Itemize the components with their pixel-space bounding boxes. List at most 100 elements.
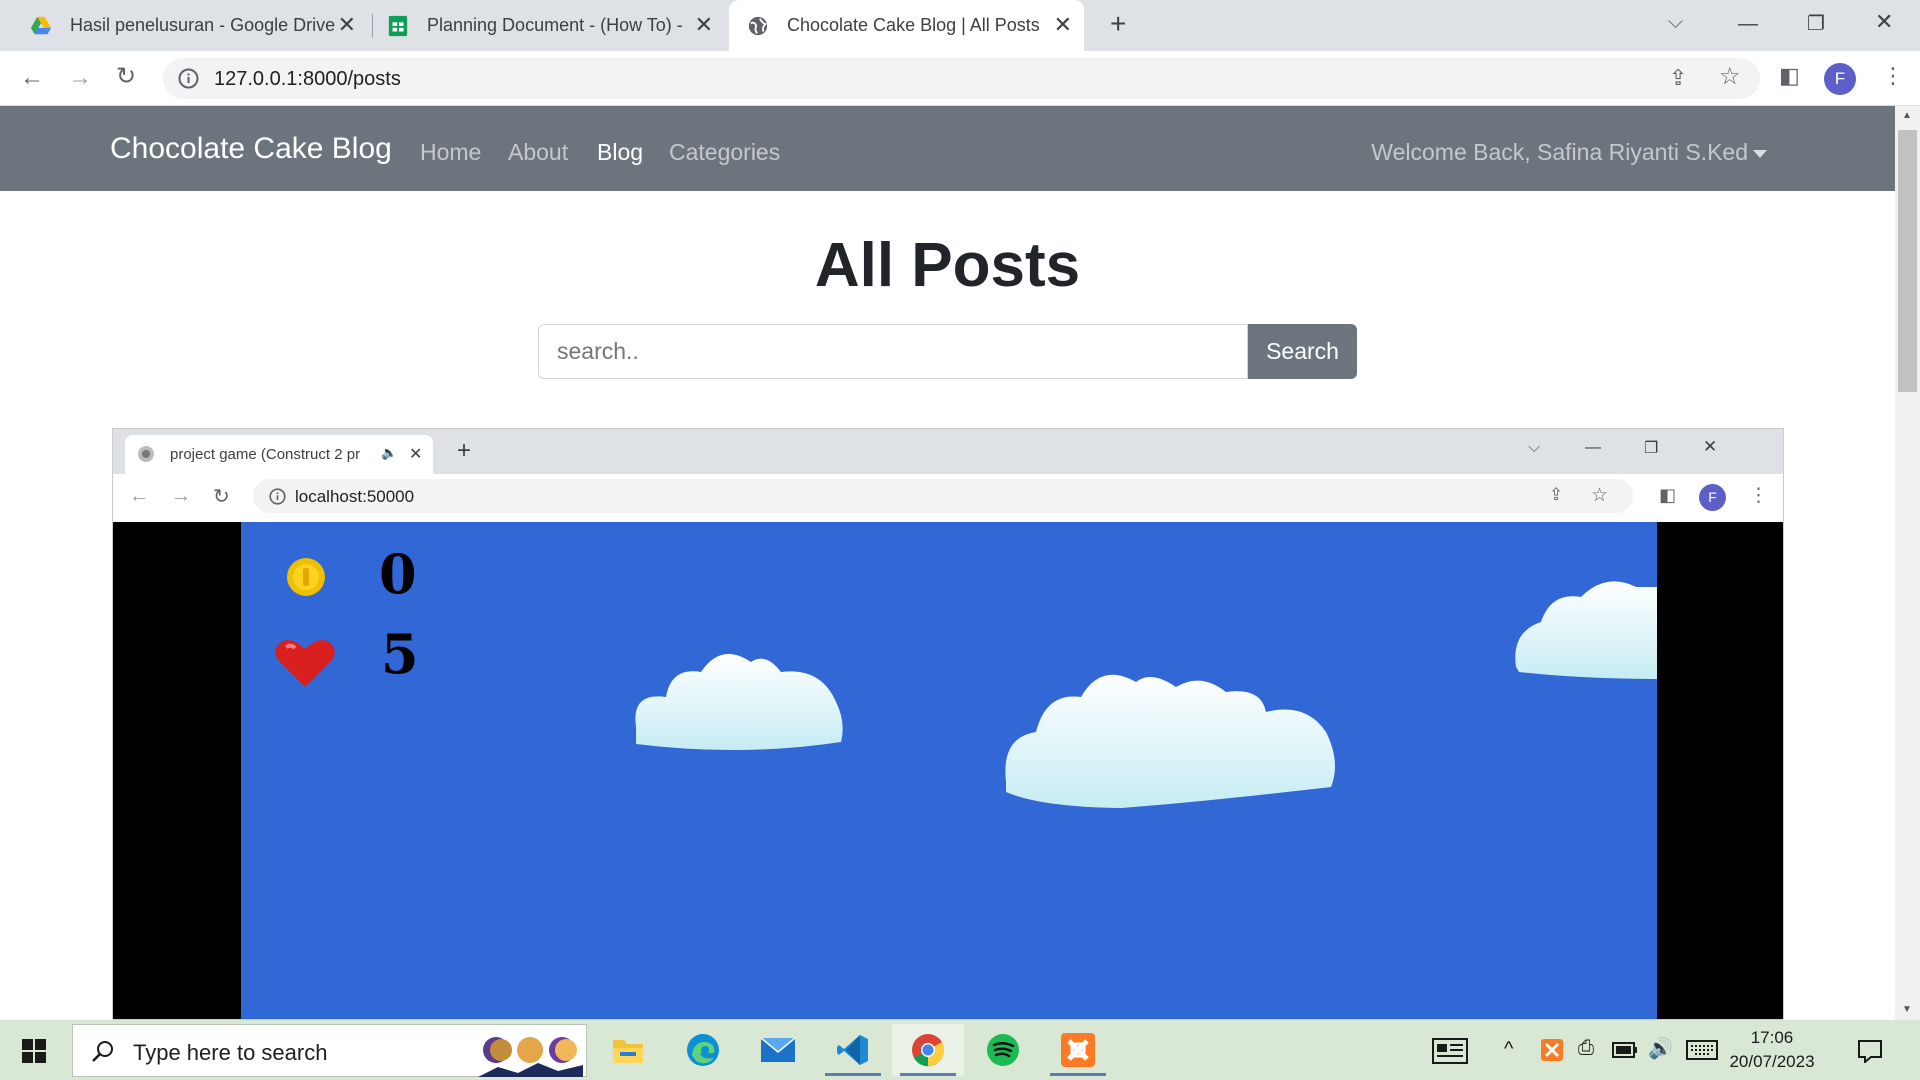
forward-arrow-icon: → [171,485,191,507]
cloud-sprite [635,654,843,751]
windows-taskbar: Type here to search ^ ⎙ 🔊 17:06 20/07/20… [0,1020,1920,1080]
speaker-icon: 🔈 [381,445,398,460]
restore-button[interactable]: ❐ [1807,12,1825,36]
speaker-icon[interactable]: 🔊 [1648,1036,1673,1061]
spotify-icon[interactable] [967,1024,1039,1076]
search-button[interactable]: Search [1248,324,1357,379]
minimize-button[interactable]: — [1738,12,1758,36]
taskbar-search-box[interactable]: Type here to search [72,1024,587,1077]
search-input[interactable] [538,324,1248,379]
cloud-sprite [1005,674,1335,808]
close-icon: ✕ [1703,437,1718,456]
edge-icon[interactable] [667,1024,739,1076]
nav-blog[interactable]: Blog [597,139,643,166]
taskbar-search-placeholder: Type here to search [133,1040,328,1065]
caret-down-icon[interactable] [1753,150,1767,158]
embedded-url: localhost:50000 [295,487,415,506]
address-bar[interactable]: 127.0.0.1:8000/posts ⇪ ☆ [163,58,1760,99]
forward-arrow-icon[interactable]: → [68,66,92,90]
search-icon [92,1041,113,1062]
tab-all-posts[interactable]: Chocolate Cake Blog | All Posts ✕ [729,0,1084,51]
taskbar-clock[interactable]: 17:06 20/07/2023 [1722,1026,1822,1074]
google-sheets-icon [388,15,408,36]
site-navbar: Chocolate Cake Blog Home About Blog Cate… [0,106,1895,191]
chevron-down-icon: ⌵ [1528,439,1541,456]
menu-kebab-icon: ⋮ [1749,485,1768,506]
reload-icon: ↻ [213,486,230,508]
side-panel-icon[interactable]: ◧ [1779,64,1800,88]
scroll-up-icon[interactable]: ▲ [1902,110,1912,121]
nav-about[interactable]: About [508,139,568,166]
info-icon [269,488,286,505]
minimize-icon: — [1585,439,1601,456]
embedded-toolbar: ← → ↻ localhost:50000 ⇪ ☆ ◧ F ⋮ [113,474,1783,522]
scroll-down-icon[interactable]: ▼ [1902,1004,1912,1015]
heart-icon [275,640,335,687]
browser-toolbar: ← → ↻ 127.0.0.1:8000/posts ⇪ ☆ ◧ F ⋮ [0,51,1920,106]
page-title: All Posts [814,231,1081,300]
menu-kebab-icon[interactable]: ⋮ [1882,64,1904,88]
embedded-address-bar: localhost:50000 ⇪ ☆ [253,479,1633,513]
tab-planning-document[interactable]: Planning Document - (How To) - ✕ [375,0,725,51]
close-icon[interactable]: ✕ [1054,13,1072,37]
user-dropdown[interactable]: Welcome Back, Safina Riyanti S.Ked [1371,139,1748,166]
nav-home[interactable]: Home [420,139,481,166]
game-canvas[interactable]: 0 5 [241,522,1657,1019]
share-icon: ⇪ [1549,485,1564,504]
back-arrow-icon: ← [129,485,149,507]
google-drive-icon [30,16,52,34]
lives-count: 5 [381,622,419,686]
clock-time: 17:06 [1750,1028,1794,1047]
file-explorer-icon[interactable] [592,1024,664,1076]
chevron-up-icon[interactable]: ^ [1504,1038,1513,1061]
mail-icon[interactable] [742,1024,814,1076]
tab-google-drive[interactable]: Hasil penelusuran - Google Drive ✕ [18,0,368,51]
scroll-thumb[interactable] [1898,130,1917,392]
coin-icon [287,558,325,596]
browser-tab-strip: Hasil penelusuran - Google Drive ✕ Plann… [0,0,1920,51]
close-icon[interactable]: ✕ [338,13,356,37]
close-icon: ✕ [409,446,423,463]
notification-icon[interactable] [1857,1039,1883,1063]
post-image-game-screenshot[interactable]: project game (Construct 2 pr 🔈 ✕ + ⌵ — ❐… [112,428,1784,1020]
tab-search-chevron-icon[interactable]: ⌵ [1668,10,1683,34]
restore-icon: ❐ [1644,440,1659,457]
globe-icon [748,16,768,35]
vscode-icon[interactable] [817,1024,889,1076]
window-close-button[interactable]: ✕ [1875,10,1893,34]
bookmark-star-icon: ☆ [1591,485,1609,506]
info-icon[interactable] [178,68,199,89]
profile-avatar[interactable]: F [1824,63,1856,95]
url-text: 127.0.0.1:8000/posts [214,68,401,90]
windows-start-icon[interactable] [22,1039,46,1063]
new-tab-icon: + [457,437,472,464]
profile-avatar: F [1699,484,1726,511]
keyboard-icon[interactable] [1686,1040,1718,1060]
nav-categories[interactable]: Categories [669,139,780,166]
side-panel-icon: ◧ [1659,485,1677,505]
tab-title: Chocolate Cake Blog | All Posts [787,15,1040,35]
embedded-tab: project game (Construct 2 pr 🔈 ✕ [125,435,433,474]
tab-title: Hasil penelusuran - Google Drive [70,15,336,35]
coin-count: 0 [379,542,417,606]
chrome-icon[interactable] [892,1024,964,1076]
back-arrow-icon[interactable]: ← [20,66,44,90]
moon-phases-icon [478,1037,583,1077]
new-tab-button[interactable]: + [1110,10,1126,38]
share-icon[interactable]: ⇪ [1669,66,1687,90]
reload-icon[interactable]: ↻ [116,65,136,89]
embedded-tab-title: project game (Construct 2 pr [170,446,361,463]
bookmark-star-icon[interactable]: ☆ [1719,65,1741,89]
tab-title: Planning Document - (How To) - [427,15,683,35]
cloud-sprite [1515,581,1657,679]
embedded-tab-strip: project game (Construct 2 pr 🔈 ✕ + ⌵ — ❐… [113,429,1783,474]
news-widget-icon[interactable] [1432,1038,1468,1064]
clock-date: 20/07/2023 [1729,1052,1815,1071]
site-brand[interactable]: Chocolate Cake Blog [110,132,392,166]
close-icon[interactable]: ✕ [695,13,713,37]
battery-icon[interactable] [1612,1042,1638,1058]
meet-now-icon[interactable]: ⎙ [1578,1037,1594,1060]
xampp-icon[interactable] [1042,1024,1114,1076]
xampp-tray-icon[interactable] [1541,1039,1563,1061]
construct-icon [138,446,154,462]
